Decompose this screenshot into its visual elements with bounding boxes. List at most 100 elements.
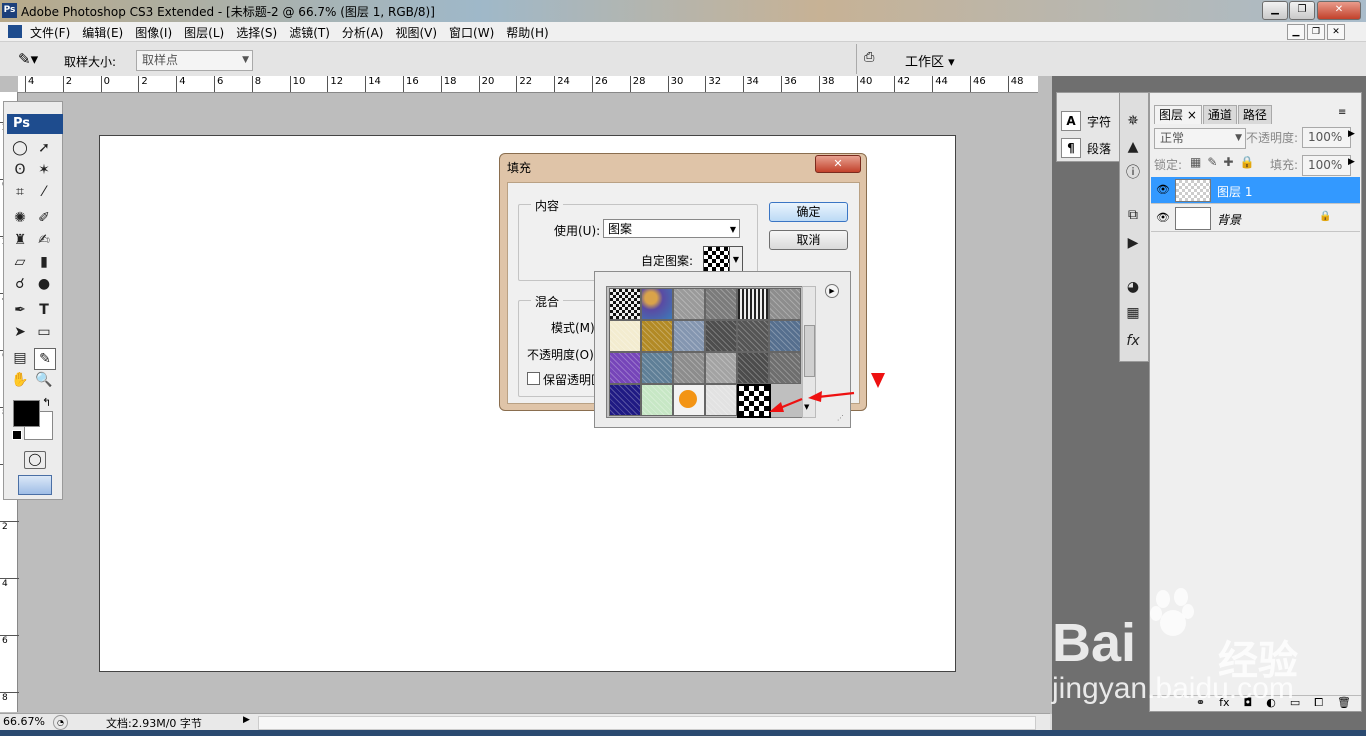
pattern-swatch-dark-mottle[interactable] [737,320,769,352]
pattern-swatch-stripes-dark[interactable] [737,288,769,320]
screen-mode-button[interactable] [18,475,52,495]
pattern-swatch-gold[interactable] [641,320,673,352]
type-tool-icon[interactable]: T [34,300,54,320]
stamp-tool-icon[interactable]: ♜ [10,230,30,250]
actions-icon[interactable]: ▶ [1123,233,1143,253]
pen-tool-icon[interactable]: ✒ [10,300,30,320]
pattern-swatch-gray-noise[interactable] [705,352,737,384]
pattern-swatch-steel-blue[interactable] [641,352,673,384]
styles-icon[interactable]: fx [1123,331,1143,351]
status-menu-arrow-icon[interactable]: ▶ [243,715,250,725]
eyedropper-tool-icon[interactable]: ✎▾ [18,50,38,68]
pattern-swatch-green-fiber[interactable] [641,384,673,416]
brush-tool-icon[interactable]: ✐ [34,208,54,228]
menu-item[interactable]: 视图(V) [395,24,437,41]
menu-item[interactable]: 帮助(H) [506,24,548,41]
paragraph-label[interactable]: 段落 [1087,140,1111,157]
pattern-swatch-checker[interactable] [609,288,641,320]
close-button[interactable]: ✕ [1317,1,1361,20]
gradient-tool-icon[interactable]: ▮ [34,252,54,272]
blend-mode-select[interactable]: 正常 ▼ [1154,128,1246,149]
cancel-button[interactable]: 取消 [769,230,848,250]
dialog-close-button[interactable]: ✕ [815,155,861,173]
marquee-tool-icon[interactable]: ◯ [10,138,30,158]
pattern-dropdown-button[interactable]: ▼ [729,246,743,274]
pattern-swatch-yellow-speck[interactable] [609,320,641,352]
pattern-swatch-slate-blue[interactable] [769,320,801,352]
pattern-swatch-dark-grid[interactable] [705,320,737,352]
lasso-tool-icon[interactable]: ʘ [10,160,30,180]
preserve-transparency-checkbox[interactable] [527,372,540,385]
notes-tool-icon[interactable]: ▤ [10,348,30,368]
zoom-level[interactable]: 66.67% [3,715,45,728]
pattern-swatch-orange-flower[interactable] [673,384,705,416]
fill-input[interactable]: 100% [1302,155,1351,176]
navigator-icon[interactable]: ✵ [1123,111,1143,131]
color-icon[interactable]: ◕ [1123,277,1143,297]
menu-item[interactable]: 选择(S) [236,24,277,41]
eyedropper-tool-active-icon[interactable]: ✎ [34,348,56,370]
panel-menu-icon[interactable]: ≡ [1338,107,1346,118]
shape-tool-icon[interactable]: ▭ [34,322,54,342]
horizontal-scrollbar[interactable] [258,716,1036,730]
doc-minimize-button[interactable]: ▁ [1287,24,1305,40]
menu-item[interactable]: 窗口(W) [449,24,494,41]
pattern-swatch-gray-mottle[interactable] [673,352,705,384]
menu-item[interactable]: 文件(F) [30,24,70,41]
character-label[interactable]: 字符 [1087,113,1111,130]
menu-item[interactable]: 编辑(E) [82,24,123,41]
sample-size-select[interactable]: 取样点 ▼ [136,50,253,71]
picker-menu-icon[interactable]: ▶ [825,284,839,298]
slice-tool-icon[interactable]: ⁄ [34,182,54,202]
history-icon[interactable]: ⧉ [1123,205,1143,225]
ok-button[interactable]: 确定 [769,202,848,222]
status-icon[interactable]: ◔ [53,715,68,730]
pattern-swatch-clouds-gray[interactable] [673,288,705,320]
fill-arrow-icon[interactable]: ▶ [1348,157,1355,167]
layer-row[interactable]: 👁 背景 🔒 [1151,205,1360,232]
menu-item[interactable]: 图像(I) [135,24,172,41]
magic-wand-tool-icon[interactable]: ✶ [34,160,54,180]
pattern-swatch-bubbles[interactable] [641,288,673,320]
character-icon[interactable]: A [1061,111,1081,131]
swap-colors-icon[interactable]: ↰ [42,396,51,409]
menu-item[interactable]: 图层(L) [184,24,224,41]
zoom-tool-icon[interactable]: 🔍 [34,370,54,390]
dodge-tool-icon[interactable]: ● [34,274,54,294]
doc-restore-button[interactable]: ❐ [1307,24,1325,40]
panel-tab[interactable]: 路径 [1237,105,1272,124]
blur-tool-icon[interactable]: ☌ [10,274,30,294]
eraser-tool-icon[interactable]: ▱ [10,252,30,272]
move-tool-icon[interactable]: ➚ [34,138,54,158]
delete-layer-icon[interactable]: 🗑 [1337,696,1351,711]
panel-tab[interactable]: 通道 [1202,105,1237,124]
workspace-menu[interactable]: 工作区 ▾ [905,51,955,70]
crop-tool-icon[interactable]: ⌗ [10,182,30,202]
menu-item[interactable]: 滤镜(T) [289,24,330,41]
quick-mask-icon[interactable]: ◯ [24,451,46,469]
layer-row[interactable]: 👁 图层 1 [1151,177,1360,204]
histogram-icon[interactable]: ▲ [1123,137,1143,157]
custom-pattern-swatch[interactable] [703,246,731,274]
pattern-swatch-white-noise[interactable] [705,384,737,416]
default-colors-icon[interactable] [12,430,22,440]
history-brush-tool-icon[interactable]: ✍ [34,230,54,250]
foreground-color-swatch[interactable] [13,400,40,427]
paragraph-icon[interactable]: ¶ [1061,138,1081,158]
opacity-arrow-icon[interactable]: ▶ [1348,129,1355,139]
lock-icons[interactable]: ▦✎✚🔒 [1190,155,1260,169]
pattern-swatch-mottle-gray[interactable] [769,288,801,320]
swatches-icon[interactable]: ▦ [1123,303,1143,323]
pattern-swatch-noise-gray[interactable] [705,288,737,320]
panel-tab[interactable]: 图层 × [1154,105,1202,124]
opacity-input[interactable]: 100% [1302,127,1351,148]
info-icon[interactable]: ⓘ [1123,163,1143,183]
pattern-swatch-blue-gray[interactable] [673,320,705,352]
pattern-swatch-purple[interactable] [609,352,641,384]
visibility-eye-icon[interactable]: 👁 [1155,183,1171,197]
new-layer-icon[interactable]: ⧠ [1314,696,1323,711]
menu-item[interactable]: 分析(A) [342,24,384,41]
hand-tool-icon[interactable]: ✋ [10,370,30,390]
visibility-eye-icon[interactable]: 👁 [1155,211,1171,225]
doc-close-button[interactable]: ✕ [1327,24,1345,40]
